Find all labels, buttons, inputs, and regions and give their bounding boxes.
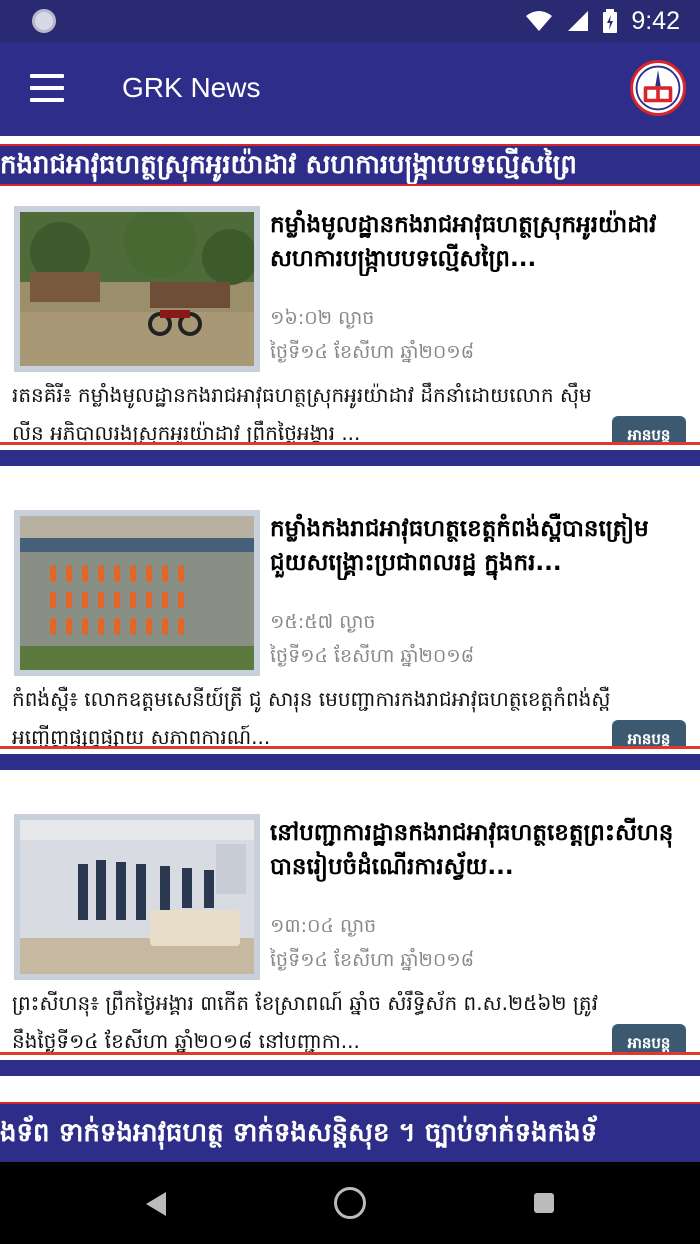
top-ticker: កងរាជអាវុធហត្ថស្រុកអូរយ៉ាដាវ សហការបង្ក្រ…: [0, 136, 700, 194]
menu-icon[interactable]: [30, 74, 64, 104]
bottom-ticker-text: ងទ័ព ទាក់ទងអាវុធហត្ថ ទាក់ទងសន្តិសុខ ។ ច្…: [0, 1118, 598, 1148]
status-bar: 9:42: [0, 0, 700, 42]
article-date: ថ្ងៃទី១៤ ខែសីហា ឆ្នាំ២០១៨: [270, 645, 475, 667]
article-title[interactable]: កម្លាំងមូលដ្ឋានកងរាជអាវុធហត្ថស្រុកអូរយ៉ា…: [270, 208, 690, 276]
article-thumbnail[interactable]: [14, 814, 260, 980]
signal-icon: [568, 11, 589, 31]
article-date: ថ្ងៃទី១៤ ខែសីហា ឆ្នាំ២០១៨: [270, 949, 475, 971]
article-time: ១៦:០២ ល្ងាច: [270, 307, 375, 329]
card-divider: [0, 442, 700, 470]
wifi-icon: [526, 11, 553, 31]
notification-icon: [32, 9, 56, 33]
card-divider: [0, 1052, 700, 1080]
back-icon[interactable]: [146, 1192, 166, 1216]
recent-apps-icon[interactable]: [534, 1193, 554, 1213]
status-time: 9:42: [631, 6, 680, 35]
article-time: ១៥:៥៧ ល្ងាច: [270, 611, 376, 633]
article-date: ថ្ងៃទី១៤ ខែសីហា ឆ្នាំ២០១៨: [270, 341, 475, 363]
article-time: ១៣:០៤ ល្ងាច: [270, 915, 377, 937]
article-thumbnail[interactable]: [14, 206, 260, 372]
bottom-ticker: ងទ័ព ទាក់ទងអាវុធហត្ថ ទាក់ទងសន្តិសុខ ។ ច្…: [0, 1102, 700, 1162]
app-title: GRK News: [122, 72, 261, 103]
article-title[interactable]: កម្លាំងកងរាជអាវុធហត្ថខេត្តកំពង់ស្ពឺបានត្…: [270, 512, 690, 580]
article-excerpt: រតនគិរី៖ កម្លាំងមូលដ្ឋានកងរាជអាវុធហត្ថស្…: [12, 383, 592, 445]
status-icons: 9:42: [525, 6, 680, 36]
top-ticker-text: កងរាជអាវុធហត្ថស្រុកអូរយ៉ាដាវ សហការបង្ក្រ…: [0, 150, 577, 180]
news-feed: កម្លាំងមូលដ្ឋានកងរាជអាវុធហត្ថស្រុកអូរយ៉ា…: [0, 194, 700, 1094]
app-logo: [630, 60, 686, 116]
article-thumbnail[interactable]: [14, 510, 260, 676]
battery-icon: [603, 9, 618, 33]
app-bar: GRK News: [0, 42, 700, 136]
article-excerpt: ព្រះសីហនុ៖ ព្រឹកថ្ងៃអង្គារ ៣កើត ខែស្រាពណ…: [12, 991, 598, 1053]
home-icon[interactable]: [334, 1187, 366, 1219]
system-nav-bar: [0, 1162, 700, 1244]
card-divider: [0, 746, 700, 774]
article-excerpt: កំពង់ស្ពឺ៖ លោកឧត្តមសេនីយ៍ត្រី ជូ សារុន ម…: [12, 687, 611, 749]
article-title[interactable]: នៅបញ្ជាការដ្ឋានកងរាជអាវុធហត្ថខេត្តព្រះសី…: [270, 816, 690, 884]
